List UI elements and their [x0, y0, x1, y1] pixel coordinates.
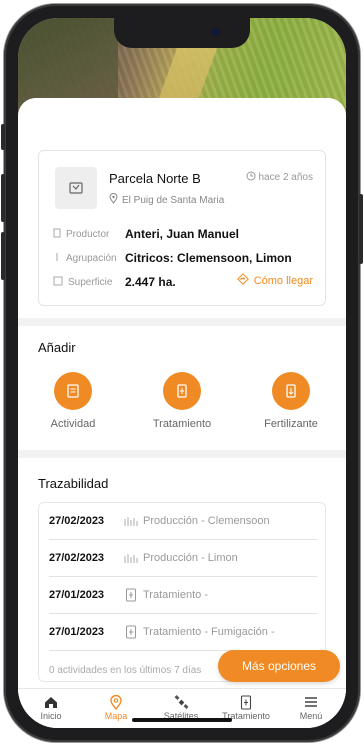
volume-down-button — [1, 232, 5, 280]
camera — [212, 28, 220, 36]
producer-icon — [53, 228, 61, 241]
add-fertilizer-button[interactable]: Fertilizante — [246, 372, 336, 430]
tab-satelites[interactable]: Satélites — [149, 693, 213, 721]
tab-menu[interactable]: Menú — [279, 693, 343, 721]
home-indicator[interactable] — [132, 718, 232, 722]
traceability-title: Trazabilidad — [38, 476, 109, 491]
list-item[interactable]: 27/02/2023 Producción - Clemensoon — [49, 503, 317, 540]
group-label-text: Agrupación — [66, 252, 117, 264]
surface-icon — [53, 276, 63, 289]
activity-icon — [54, 372, 92, 410]
activities-summary: 0 actividades en los últimos 7 días — [49, 665, 202, 676]
add-activity-button[interactable]: Actividad — [28, 372, 118, 430]
tab-mapa[interactable]: Mapa — [84, 693, 148, 721]
menu-icon — [279, 693, 343, 711]
map-pin-icon — [84, 693, 148, 711]
parcel-location: El Puig de Santa Maria — [109, 193, 224, 207]
add-treatment-label: Tratamiento — [152, 418, 212, 430]
surface-value: 2.447 ha. — [125, 275, 176, 289]
group-row: Agrupación Citricos: Clemensoon, Limon — [53, 251, 292, 265]
tab-label: Menú — [299, 711, 323, 721]
directions-icon — [236, 273, 249, 288]
satellite-icon — [149, 693, 213, 711]
clock-icon — [246, 171, 256, 184]
row-date: 27/01/2023 — [49, 626, 105, 638]
fertilizer-icon — [272, 372, 310, 410]
row-date: 27/01/2023 — [49, 589, 105, 601]
phone-frame: Parcela Norte B El Puig de Santa Maria h… — [1, 4, 363, 742]
producer-row: Productor Anteri, Juan Manuel — [53, 227, 239, 241]
tab-label: Inicio — [40, 711, 62, 721]
location-pin-icon — [109, 193, 118, 207]
surface-label-text: Superficie — [68, 276, 113, 288]
producer-value: Anteri, Juan Manuel — [125, 227, 240, 241]
tab-bar: Inicio Mapa Satélites Tratamiento Menú — [18, 688, 346, 728]
row-date: 27/02/2023 — [49, 552, 105, 564]
group-icon — [53, 252, 61, 265]
row-text: Producción - Clemensoon — [143, 515, 270, 527]
group-value: Citricos: Clemensoon, Limon — [125, 251, 292, 265]
add-title: Añadir — [38, 340, 76, 355]
directions-link[interactable]: Cómo llegar — [236, 273, 313, 288]
tab-inicio[interactable]: Inicio — [19, 693, 83, 721]
producer-label: Productor — [53, 228, 125, 241]
parcel-name: Parcela Norte B — [109, 171, 201, 186]
add-activity-label: Actividad — [50, 418, 96, 430]
notch — [114, 18, 250, 48]
add-treatment-button[interactable]: Tratamiento — [137, 372, 227, 430]
surface-label: Superficie — [53, 276, 125, 289]
row-text: Producción - Limon — [143, 552, 238, 564]
tab-tratamiento[interactable]: Tratamiento — [214, 693, 278, 721]
time-ago-text: hace 2 años — [258, 172, 314, 183]
treatment-icon — [123, 625, 139, 639]
row-text: Tratamiento - — [143, 589, 209, 601]
bottom-sheet: Parcela Norte B El Puig de Santa Maria h… — [18, 98, 346, 728]
treatment-icon — [214, 693, 278, 711]
home-icon — [19, 693, 83, 711]
parcel-card[interactable]: Parcela Norte B El Puig de Santa Maria h… — [38, 150, 326, 306]
parcel-time: hace 2 años — [246, 171, 314, 184]
more-options-button[interactable]: Más opciones — [218, 650, 340, 682]
production-icon — [123, 551, 139, 565]
volume-up-button — [1, 174, 5, 222]
parcel-section: Parcela Norte B El Puig de Santa Maria h… — [18, 98, 346, 318]
add-section: Añadir Actividad Tratamiento Fertilizant… — [18, 326, 346, 450]
location-text: El Puig de Santa Maria — [122, 194, 225, 206]
surface-row: Superficie 2.447 ha. — [53, 275, 176, 289]
row-date: 27/02/2023 — [49, 515, 105, 527]
screen: Parcela Norte B El Puig de Santa Maria h… — [18, 18, 346, 728]
add-fertilizer-label: Fertilizante — [264, 418, 318, 430]
treatment-icon — [123, 588, 139, 602]
treatment-icon — [163, 372, 201, 410]
row-text: Tratamiento - Fumigación - — [143, 626, 275, 638]
group-label: Agrupación — [53, 252, 125, 265]
producer-label-text: Productor — [66, 228, 110, 240]
power-button — [359, 194, 363, 264]
list-item[interactable]: 27/02/2023 Producción - Limon — [49, 540, 317, 577]
directions-label: Cómo llegar — [253, 274, 313, 287]
list-item[interactable]: 27/01/2023 Tratamiento - Fumigación - — [49, 614, 317, 651]
mute-switch — [1, 124, 5, 150]
production-icon — [123, 514, 139, 528]
list-item[interactable]: 27/01/2023 Tratamiento - — [49, 577, 317, 614]
parcel-map-icon — [55, 167, 97, 209]
